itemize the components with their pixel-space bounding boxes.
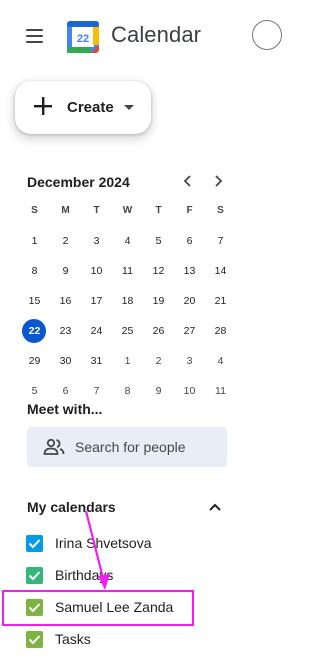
day-cell-next-month[interactable]: 7 [81,379,112,403]
week-row: 29 30 31 1 2 3 4 [19,346,236,376]
chevron-up-icon[interactable] [205,497,225,517]
day-cell-next-month[interactable]: 5 [19,379,50,403]
day-cell-next-month[interactable]: 4 [205,349,236,373]
week-row: 15 16 17 18 19 20 21 [19,286,236,316]
weekday-label: S [217,205,224,216]
day-cell[interactable]: 2 [50,229,81,253]
calendar-item-tasks[interactable]: Tasks [26,628,91,650]
day-cell-next-month[interactable]: 1 [112,349,143,373]
day-cell[interactable]: 24 [81,319,112,343]
day-cell[interactable]: 21 [205,289,236,313]
weekday-label: T [93,205,100,216]
calendar-item-label: Birthdays [55,567,114,583]
day-cell-next-month[interactable]: 11 [205,379,236,403]
day-cell[interactable]: 25 [112,319,143,343]
hamburger-line [26,35,43,37]
day-cell-next-month[interactable]: 6 [50,379,81,403]
day-cell[interactable]: 19 [143,289,174,313]
day-cell[interactable]: 1 [19,229,50,253]
caret-down-icon [124,105,134,110]
day-cell[interactable]: 11 [112,259,143,283]
chevron-left-icon[interactable] [178,171,198,191]
day-cell[interactable]: 14 [205,259,236,283]
day-cell[interactable]: 18 [112,289,143,313]
search-people-input[interactable]: Search for people [27,427,227,467]
today-day-cell[interactable]: 22 [19,319,50,343]
app-title: Calendar [111,22,202,47]
search-button[interactable] [252,20,282,50]
day-cell-next-month[interactable]: 2 [143,349,174,373]
search-people-placeholder: Search for people [75,439,186,455]
day-cell[interactable]: 12 [143,259,174,283]
calendar-checkbox[interactable] [26,630,43,648]
day-cell[interactable]: 29 [19,349,50,373]
main-menu-button[interactable] [22,26,48,46]
calendar-item-label: Irina Shvetsova [55,535,152,551]
calendar-checkbox[interactable] [26,534,43,552]
checkmark-icon [28,570,41,580]
calendar-item-label: Tasks [55,631,91,647]
day-cell[interactable]: 31 [81,349,112,373]
my-calendars-title: My calendars [27,499,116,515]
day-cell[interactable]: 28 [205,319,236,343]
chevron-right-icon[interactable] [208,171,228,191]
week-row: 22 23 24 25 26 27 28 [19,316,236,346]
weekday-label: T [155,205,162,216]
day-cell[interactable]: 26 [143,319,174,343]
calendar-item-irina-shvetsova[interactable]: Irina Shvetsova [26,532,152,554]
create-button[interactable]: Create [15,81,151,134]
weekday-label: M [61,205,70,216]
mini-calendar-grid: S M T W T F S 1 2 3 4 5 6 7 8 9 10 11 12… [19,196,236,406]
day-cell-next-month[interactable]: 3 [174,349,205,373]
day-cell[interactable]: 27 [174,319,205,343]
day-cell[interactable]: 13 [174,259,205,283]
day-cell[interactable]: 17 [81,289,112,313]
day-cell[interactable]: 8 [19,259,50,283]
calendar-logo-icon: 22 [67,21,99,53]
day-cell[interactable]: 7 [205,229,236,253]
people-icon [43,438,65,455]
week-row: 8 9 10 11 12 13 14 [19,256,236,286]
hamburger-line [26,41,43,43]
day-cell[interactable]: 3 [81,229,112,253]
weekday-label: S [31,205,38,216]
weekday-header-row: S M T W T F S [19,196,236,226]
week-row: 1 2 3 4 5 6 7 [19,226,236,256]
day-cell-next-month[interactable]: 10 [174,379,205,403]
day-cell[interactable]: 23 [50,319,81,343]
checkmark-icon [28,634,41,644]
day-cell[interactable]: 16 [50,289,81,313]
checkmark-icon [28,538,41,548]
day-cell-next-month[interactable]: 9 [143,379,174,403]
day-cell[interactable]: 5 [143,229,174,253]
meet-with-title: Meet with... [27,401,103,417]
day-cell[interactable]: 10 [81,259,112,283]
weekday-label: F [186,205,193,216]
weekday-label: W [122,205,133,216]
day-cell[interactable]: 9 [50,259,81,283]
calendar-checkbox[interactable] [26,566,43,584]
create-button-label: Create [67,99,114,116]
day-cell[interactable]: 20 [174,289,205,313]
mini-calendar-month: December 2024 [27,174,130,190]
day-cell[interactable]: 30 [50,349,81,373]
day-cell[interactable]: 15 [19,289,50,313]
day-cell[interactable]: 6 [174,229,205,253]
logo-day-text: 22 [77,33,89,45]
day-cell-next-month[interactable]: 8 [112,379,143,403]
highlight-annotation-box [2,590,194,626]
plus-icon [34,97,52,115]
day-cell[interactable]: 4 [112,229,143,253]
calendar-item-birthdays[interactable]: Birthdays [26,564,113,586]
hamburger-line [26,29,43,31]
